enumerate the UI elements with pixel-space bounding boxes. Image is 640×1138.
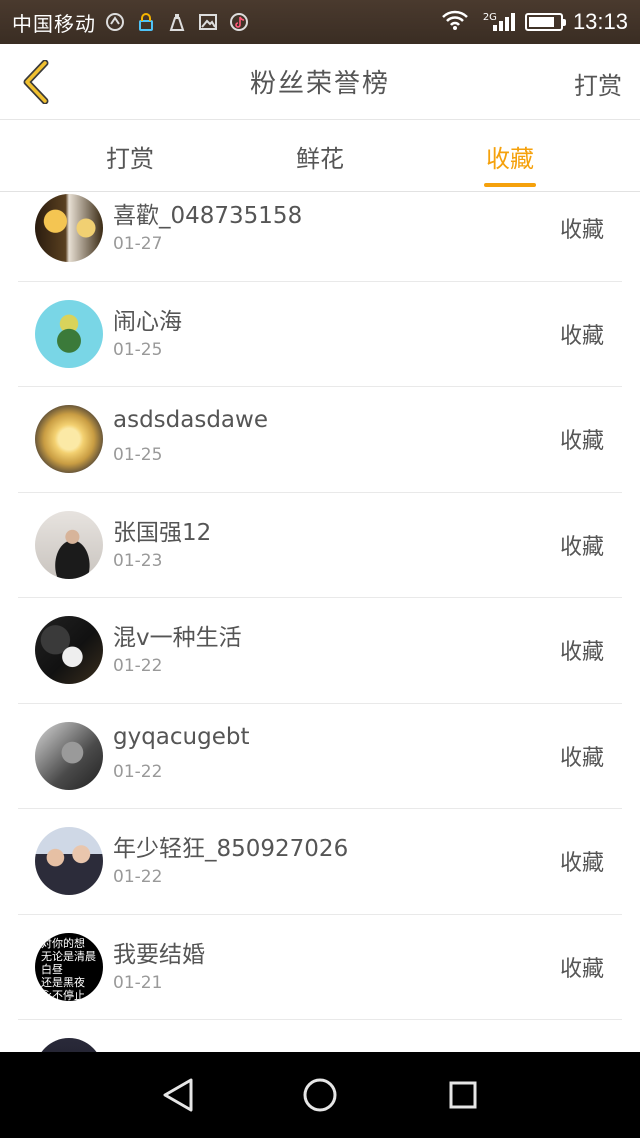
list-item[interactable]: asdsdasdawe 01-25 收藏 bbox=[18, 387, 622, 493]
username: 张国强12 bbox=[113, 519, 212, 546]
date: 01-22 bbox=[113, 761, 163, 782]
header-bar: 粉丝荣誉榜 打赏 bbox=[0, 44, 640, 120]
tip-button[interactable]: 打赏 bbox=[574, 66, 622, 101]
network-type: 2G bbox=[482, 12, 497, 23]
cleaner-icon bbox=[166, 11, 188, 33]
wifi-icon bbox=[441, 9, 469, 35]
square-recents-icon bbox=[449, 1081, 477, 1109]
username: 喜歡_048735158 bbox=[113, 203, 303, 229]
avatar bbox=[35, 827, 103, 895]
fans-list[interactable]: 喜歡_048735158 01-27 收藏 闹心海 01-25 收藏 asdsd… bbox=[0, 192, 640, 1052]
username: 混v一种生活 bbox=[113, 625, 242, 651]
avatar: 对你的想 无论是清晨 白昼 还是黑夜 永不停止 bbox=[35, 932, 103, 1001]
tab-label: 收藏 bbox=[486, 144, 534, 173]
username: 年少轻狂_850927026 bbox=[113, 836, 349, 862]
back-button[interactable] bbox=[14, 58, 58, 106]
battery-level bbox=[528, 17, 555, 27]
system-nav-bar bbox=[0, 1052, 640, 1138]
action-label: 收藏 bbox=[559, 745, 604, 771]
username: 闹心海 bbox=[113, 308, 182, 335]
tiktok-icon bbox=[228, 11, 250, 33]
carrier-name: 中国移动 bbox=[12, 11, 96, 36]
list-item[interactable] bbox=[18, 1020, 622, 1052]
status-bar: 中国移动 2G 13:13 bbox=[0, 0, 640, 44]
list-item[interactable]: gyqacugebt 01-22 收藏 bbox=[18, 704, 622, 809]
avatar bbox=[35, 616, 103, 684]
battery-icon bbox=[524, 13, 566, 31]
clock: 13:13 bbox=[572, 9, 628, 34]
date: 01-25 bbox=[113, 445, 163, 465]
nav-recents-button[interactable] bbox=[443, 1075, 483, 1115]
tab-label: 鲜花 bbox=[296, 144, 344, 173]
date: 01-21 bbox=[113, 972, 163, 993]
list-item[interactable]: 闹心海 01-25 收藏 bbox=[18, 282, 622, 387]
tab-label: 打赏 bbox=[106, 144, 154, 173]
avatar bbox=[35, 510, 103, 579]
hd-call-icon bbox=[104, 11, 126, 33]
avatar bbox=[35, 405, 103, 473]
action-label: 收藏 bbox=[559, 218, 604, 243]
date: 01-22 bbox=[113, 656, 163, 676]
action-label: 收藏 bbox=[559, 851, 604, 876]
tab-bar: 打赏 鲜花 收藏 bbox=[0, 121, 640, 192]
avatar bbox=[35, 299, 103, 368]
list-item[interactable]: 张国强12 01-23 收藏 bbox=[18, 493, 622, 598]
action-label: 收藏 bbox=[559, 429, 604, 454]
action-label: 收藏 bbox=[559, 323, 604, 349]
username: gyqacugebt bbox=[113, 723, 250, 750]
list-item[interactable]: 对你的想 无论是清晨 白昼 还是黑夜 永不停止 我要结婚 01-21 收藏 bbox=[18, 915, 622, 1020]
nav-home-button[interactable] bbox=[300, 1075, 340, 1115]
lock-notification-icon bbox=[135, 11, 157, 33]
username: asdsdasdawe bbox=[113, 407, 268, 433]
tab-tip[interactable]: 打赏 bbox=[60, 121, 200, 191]
avatar bbox=[35, 194, 103, 262]
page-title: 粉丝荣誉榜 bbox=[249, 69, 390, 99]
date: 01-22 bbox=[113, 867, 163, 887]
list-item[interactable]: 年少轻狂_850927026 01-22 收藏 bbox=[18, 809, 622, 915]
tab-flowers[interactable]: 鲜花 bbox=[250, 121, 390, 191]
avatar bbox=[35, 721, 103, 790]
date: 01-27 bbox=[113, 234, 163, 254]
action-label: 收藏 bbox=[559, 534, 604, 560]
date: 01-25 bbox=[113, 339, 163, 360]
avatar bbox=[35, 1038, 103, 1052]
circle-home-icon bbox=[303, 1078, 337, 1112]
list-item[interactable]: 混v一种生活 01-22 收藏 bbox=[18, 598, 622, 704]
username: 我要结婚 bbox=[113, 941, 205, 968]
nav-back-button[interactable] bbox=[158, 1075, 198, 1115]
date: 01-23 bbox=[113, 550, 163, 571]
triangle-back-icon bbox=[163, 1078, 193, 1112]
list-item[interactable]: 喜歡_048735158 01-27 收藏 bbox=[18, 192, 622, 282]
action-label: 收藏 bbox=[559, 956, 604, 982]
active-tab-indicator bbox=[484, 183, 536, 187]
chevron-left-icon bbox=[23, 60, 49, 104]
action-label: 收藏 bbox=[559, 640, 604, 665]
image-icon bbox=[197, 11, 219, 33]
tab-favorites[interactable]: 收藏 bbox=[440, 121, 580, 191]
